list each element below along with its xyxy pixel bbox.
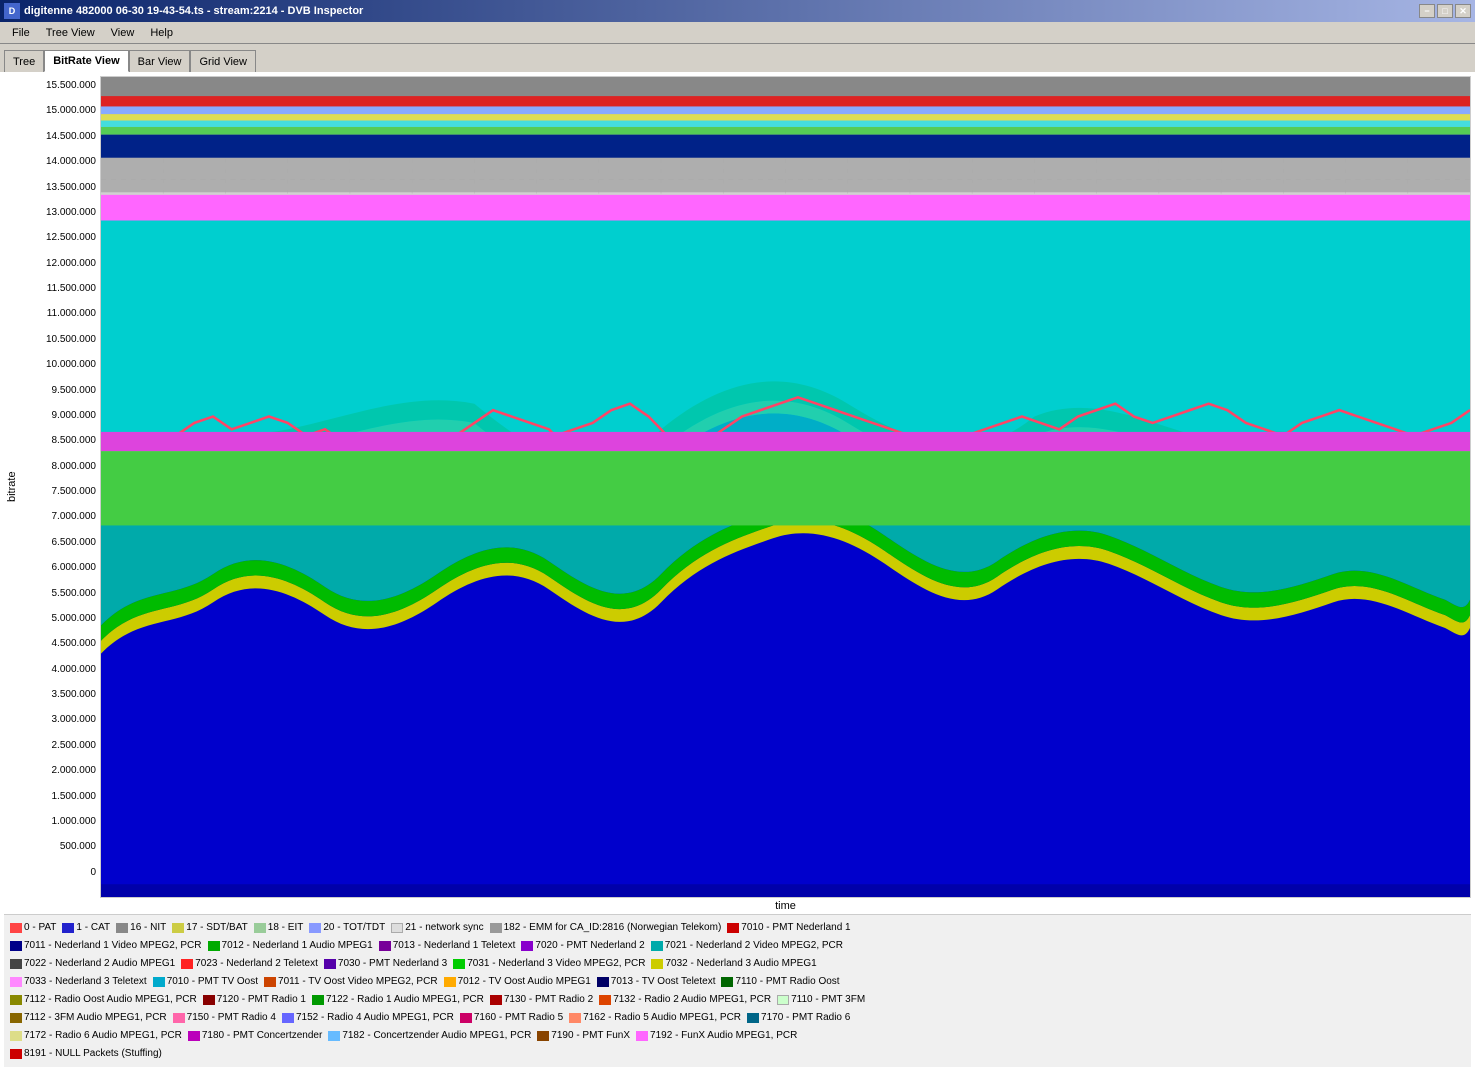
menu-view[interactable]: View	[103, 25, 143, 41]
tab-bitrate[interactable]: BitRate View	[44, 50, 128, 72]
maximize-button[interactable]: □	[1437, 4, 1453, 18]
chart-area	[100, 76, 1471, 898]
legend-item-7172: 7172 - Radio 6 Audio MPEG1, PCR	[10, 1027, 182, 1044]
legend-item-7030: 7030 - PMT Nederland 3	[324, 955, 447, 972]
legend-item-7020: 7020 - PMT Nederland 2	[521, 937, 644, 954]
menu-bar: File Tree View View Help	[0, 22, 1475, 44]
legend-item-cat: 1 - CAT	[62, 919, 110, 936]
y-axis: 15.500.000 15.000.000 14.500.000 14.000.…	[20, 76, 100, 898]
legend-item-tvoost-video: 7011 - TV Oost Video MPEG2, PCR	[264, 973, 438, 990]
legend: 0 - PAT 1 - CAT 16 - NIT 17 - SDT/BAT 18…	[4, 914, 1471, 1067]
tab-tree[interactable]: Tree	[4, 50, 44, 72]
menu-help[interactable]: Help	[142, 25, 181, 41]
legend-item-pmt7010: 7010 - PMT Nederland 1	[727, 919, 850, 936]
legend-item-7031: 7031 - Nederland 3 Video MPEG2, PCR	[453, 955, 645, 972]
main-content: bitrate 15.500.000 15.000.000 14.500.000…	[0, 72, 1475, 1071]
legend-item-sdt: 17 - SDT/BAT	[172, 919, 248, 936]
title-bar: D digitenne 482000 06-30 19-43-54.ts - s…	[0, 0, 1475, 22]
y-axis-label: bitrate	[4, 76, 20, 898]
legend-item-7130: 7130 - PMT Radio 2	[490, 991, 593, 1008]
legend-item-pmt-tvoost: 7010 - PMT TV Oost	[153, 973, 258, 990]
legend-item-tvoost-teletext: 7013 - TV Oost Teletext	[597, 973, 716, 990]
toolbar: Tree BitRate View Bar View Grid View	[0, 44, 1475, 72]
x-axis-label: time	[100, 898, 1471, 914]
legend-item-eit: 18 - EIT	[254, 919, 304, 936]
tab-grid[interactable]: Grid View	[190, 50, 255, 72]
legend-item-7012: 7012 - Nederland 1 Audio MPEG1	[208, 937, 373, 954]
legend-item-8191: 8191 - NULL Packets (Stuffing)	[10, 1045, 162, 1062]
legend-item-pat: 0 - PAT	[10, 919, 56, 936]
close-button[interactable]: ✕	[1455, 4, 1471, 18]
legend-item-7180: 7180 - PMT Concertzender	[188, 1027, 322, 1044]
legend-item-7032: 7032 - Nederland 3 Audio MPEG1	[651, 955, 816, 972]
legend-item-7022: 7022 - Nederland 2 Audio MPEG1	[10, 955, 175, 972]
legend-item-7152: 7152 - Radio 4 Audio MPEG1, PCR	[282, 1009, 454, 1026]
app-icon: D	[4, 3, 20, 19]
legend-item-7021: 7021 - Nederland 2 Video MPEG2, PCR	[651, 937, 843, 954]
legend-item-7132: 7132 - Radio 2 Audio MPEG1, PCR	[599, 991, 771, 1008]
minimize-button[interactable]: −	[1419, 4, 1435, 18]
legend-item-tvoost-audio: 7012 - TV Oost Audio MPEG1	[444, 973, 591, 990]
legend-item-7162: 7162 - Radio 5 Audio MPEG1, PCR	[569, 1009, 741, 1026]
legend-item-7120: 7120 - PMT Radio 1	[203, 991, 306, 1008]
legend-item-7182: 7182 - Concertzender Audio MPEG1, PCR	[328, 1027, 531, 1044]
legend-item-pmt-3fm: 7110 - PMT 3FM	[777, 991, 865, 1008]
legend-item-7033: 7033 - Nederland 3 Teletext	[10, 973, 147, 990]
legend-item-7023: 7023 - Nederland 2 Teletext	[181, 955, 318, 972]
legend-item-nit: 16 - NIT	[116, 919, 166, 936]
legend-item-7150: 7150 - PMT Radio 4	[173, 1009, 276, 1026]
legend-item-7112a: 7112 - Radio Oost Audio MPEG1, PCR	[10, 991, 197, 1008]
legend-item-7122: 7122 - Radio 1 Audio MPEG1, PCR	[312, 991, 484, 1008]
menu-treeview[interactable]: Tree View	[38, 25, 103, 41]
legend-item-7160: 7160 - PMT Radio 5	[460, 1009, 563, 1026]
legend-item-tot: 20 - TOT/TDT	[309, 919, 385, 936]
legend-item-emm: 182 - EMM for CA_ID:2816 (Norwegian Tele…	[490, 919, 722, 936]
legend-item-7170: 7170 - PMT Radio 6	[747, 1009, 850, 1026]
legend-item-netsync: 21 - network sync	[391, 919, 483, 936]
legend-item-7013: 7013 - Nederland 1 Teletext	[379, 937, 516, 954]
legend-item-7011: 7011 - Nederland 1 Video MPEG2, PCR	[10, 937, 202, 954]
legend-item-7192: 7192 - FunX Audio MPEG1, PCR	[636, 1027, 797, 1044]
legend-item-7190: 7190 - PMT FunX	[537, 1027, 630, 1044]
legend-item-pmt-radio-oost: 7110 - PMT Radio Oost	[721, 973, 839, 990]
tab-bar[interactable]: Bar View	[129, 50, 191, 72]
window-title: digitenne 482000 06-30 19-43-54.ts - str…	[24, 5, 363, 17]
legend-item-7112b: 7112 - 3FM Audio MPEG1, PCR	[10, 1009, 167, 1026]
menu-file[interactable]: File	[4, 25, 38, 41]
